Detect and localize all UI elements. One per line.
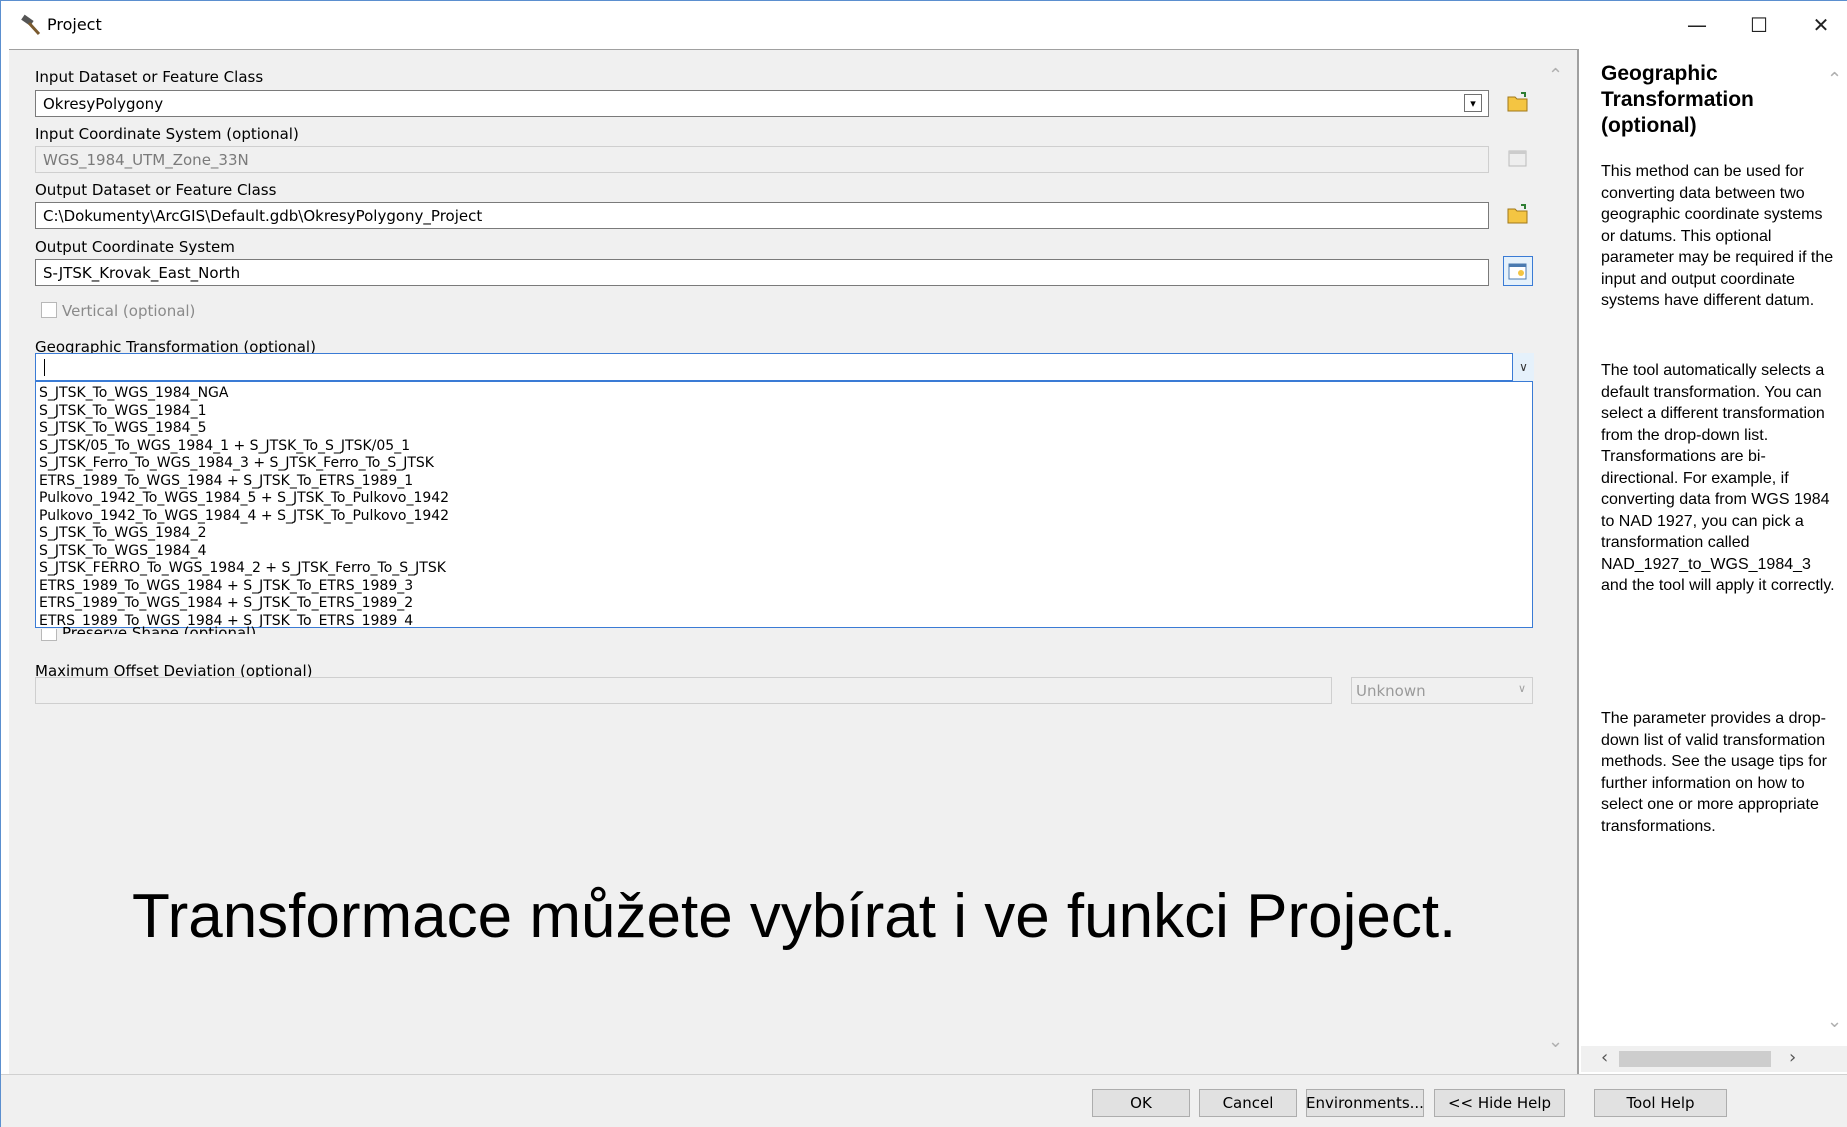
scroll-thumb[interactable]: [1619, 1051, 1771, 1067]
help-paragraph-1: This method can be used for converting d…: [1601, 163, 1834, 309]
input-dataset-browse-button[interactable]: [1503, 87, 1533, 117]
tool-help-button[interactable]: Tool Help: [1594, 1089, 1727, 1117]
minimize-button[interactable]: —: [1666, 1, 1728, 49]
help-title: Geographic Transformation (optional): [1601, 62, 1754, 137]
geo-transform-option[interactable]: Pulkovo_1942_To_WGS_1984_5 + S_JTSK_To_P…: [39, 490, 449, 508]
geo-transform-option[interactable]: Pulkovo_1942_To_WGS_1984_4 + S_JTSK_To_P…: [39, 508, 449, 526]
geo-transform-combo[interactable]: ∨: [35, 353, 1534, 381]
ok-button[interactable]: OK: [1092, 1089, 1190, 1117]
geo-transform-option[interactable]: S_JTSK_To_WGS_1984_NGA: [39, 385, 228, 403]
title-bar: Project — ☐ ✕: [1, 1, 1847, 49]
environments-button[interactable]: Environments...: [1306, 1089, 1424, 1117]
geo-transform-option[interactable]: S_JTSK_FERRO_To_WGS_1984_2 + S_JTSK_Ferr…: [39, 560, 446, 578]
window-title: Project: [47, 15, 102, 34]
properties-icon: [1508, 150, 1527, 167]
vertical-checkbox[interactable]: [41, 302, 57, 318]
unit-value: Unknown: [1356, 682, 1426, 700]
project-dialog: Project — ☐ ✕ ⌃ ⌄ Input Dataset or Featu…: [0, 0, 1847, 1127]
geo-transform-option[interactable]: ETRS_1989_To_WGS_1984 + S_JTSK_To_ETRS_1…: [39, 578, 413, 596]
properties-icon: [1508, 263, 1527, 280]
folder-open-icon: [1507, 92, 1528, 112]
output-cs-properties-button[interactable]: [1503, 256, 1533, 286]
cancel-button[interactable]: Cancel: [1199, 1089, 1297, 1117]
help-scroll-up-icon[interactable]: ⌃: [1827, 69, 1842, 90]
help-panel: Geographic Transformation (optional) Thi…: [1577, 49, 1847, 1074]
preserve-shape-label: Preserve Shape (optional): [62, 624, 257, 634]
scroll-down-icon[interactable]: ⌄: [1548, 1031, 1563, 1052]
max-offset-input: [35, 677, 1332, 704]
input-dataset-label: Input Dataset or Feature Class: [35, 68, 264, 86]
maximize-button[interactable]: ☐: [1728, 1, 1790, 49]
geo-transform-dropdown-list[interactable]: S_JTSK_To_WGS_1984_NGA S_JTSK_To_WGS_1984…: [35, 381, 1533, 628]
scroll-right-icon[interactable]: ›: [1789, 1047, 1796, 1068]
output-dataset-value: C:\Dokumenty\ArcGIS\Default.gdb\OkresyPo…: [43, 207, 483, 225]
input-cs-label: Input Coordinate System (optional): [35, 125, 299, 143]
hide-help-button[interactable]: << Hide Help: [1434, 1089, 1565, 1117]
input-cs-properties-button: [1503, 143, 1533, 173]
geo-transform-option[interactable]: ETRS_1989_To_WGS_1984 + S_JTSK_To_ETRS_1…: [39, 473, 413, 491]
chevron-down-icon: ∨: [1517, 682, 1526, 695]
close-button[interactable]: ✕: [1790, 1, 1847, 49]
output-dataset-browse-button[interactable]: [1503, 199, 1533, 229]
button-bar: OK Cancel Environments... << Hide Help T…: [1, 1074, 1847, 1127]
output-cs-field[interactable]: S-JTSK_Krovak_East_North: [35, 259, 1489, 286]
geo-transform-option[interactable]: ETRS_1989_To_WGS_1984 + S_JTSK_To_ETRS_1…: [39, 595, 413, 613]
geo-transform-option[interactable]: S_JTSK/05_To_WGS_1984_1 + S_JTSK_To_S_JT…: [39, 438, 410, 456]
unit-select: Unknown ∨: [1351, 677, 1533, 704]
input-dataset-combo[interactable]: OkresyPolygony ▾: [35, 90, 1489, 117]
geo-transform-option[interactable]: S_JTSK_To_WGS_1984_4: [39, 543, 207, 561]
overlay-caption: Transformace můžete vybírat i ve funkci …: [132, 882, 1457, 951]
hammer-icon: [19, 14, 43, 36]
help-paragraph-3: The parameter provides a drop-down list …: [1601, 710, 1827, 835]
geo-transform-option[interactable]: S_JTSK_To_WGS_1984_1: [39, 403, 207, 421]
geo-transform-option[interactable]: S_JTSK_To_WGS_1984_5: [39, 420, 207, 438]
input-cs-value: WGS_1984_UTM_Zone_33N: [43, 151, 249, 169]
chevron-down-icon[interactable]: ▾: [1464, 94, 1482, 112]
preserve-shape-checkbox[interactable]: [41, 629, 57, 641]
geo-transform-option[interactable]: S_JTSK_Ferro_To_WGS_1984_3 + S_JTSK_Ferr…: [39, 455, 434, 473]
output-dataset-field[interactable]: C:\Dokumenty\ArcGIS\Default.gdb\OkresyPo…: [35, 202, 1489, 229]
geo-transform-option[interactable]: S_JTSK_To_WGS_1984_2: [39, 525, 207, 543]
input-dataset-value: OkresyPolygony: [43, 95, 164, 113]
scroll-left-icon[interactable]: ‹: [1601, 1047, 1608, 1068]
scroll-up-icon[interactable]: ⌃: [1548, 65, 1563, 86]
output-cs-value: S-JTSK_Krovak_East_North: [43, 264, 241, 282]
chevron-down-icon[interactable]: ∨: [1512, 353, 1534, 381]
help-horizontal-scrollbar[interactable]: ‹ ›: [1581, 1046, 1847, 1072]
help-paragraph-2: The tool automatically selects a default…: [1601, 362, 1835, 594]
output-cs-label: Output Coordinate System: [35, 238, 235, 256]
input-cs-field: WGS_1984_UTM_Zone_33N: [35, 146, 1489, 173]
output-dataset-label: Output Dataset or Feature Class: [35, 181, 277, 199]
vertical-label: Vertical (optional): [62, 302, 196, 320]
help-scroll-down-icon[interactable]: ⌄: [1827, 1011, 1842, 1032]
folder-open-icon: [1507, 204, 1528, 224]
text-caret: [44, 359, 45, 376]
